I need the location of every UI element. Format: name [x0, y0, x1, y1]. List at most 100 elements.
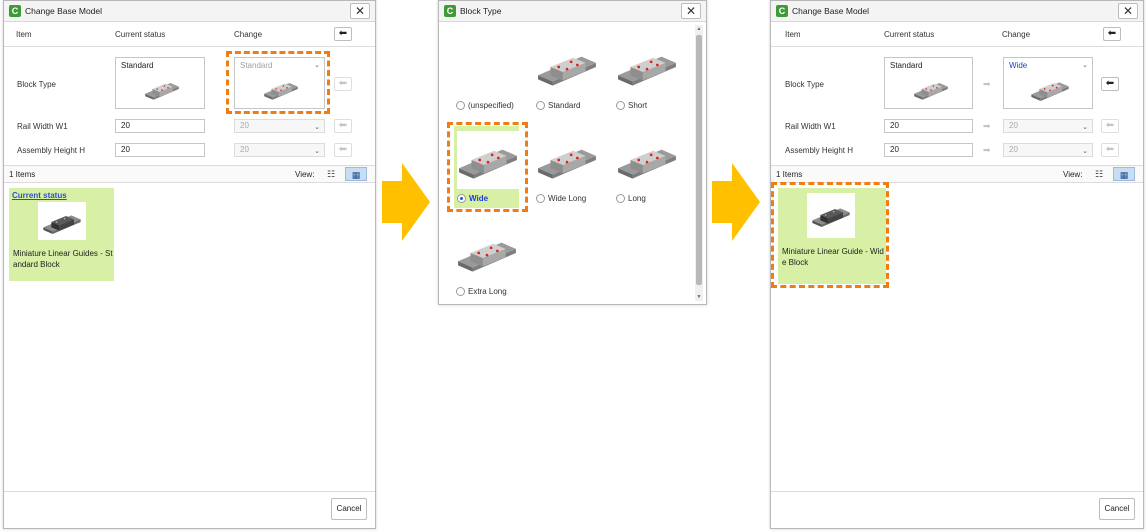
arrow-right-icon: ➡	[983, 79, 991, 89]
block-type-current-value: Standard	[121, 61, 154, 70]
assembly-height-current: 20	[884, 143, 973, 157]
wide-long-block-image	[536, 131, 598, 189]
back-arrow-icon: ⬅	[338, 78, 348, 89]
standard-block-image	[144, 76, 180, 102]
app-icon: C	[444, 5, 456, 17]
title-bar: C Change Base Model ✕	[4, 1, 375, 22]
radio-short[interactable]	[616, 101, 625, 110]
block-type-popup: C Block Type ✕ (unspecified) Standard Sh…	[438, 0, 707, 305]
extra-long-block-image	[456, 224, 518, 282]
chevron-down-icon: ⌄	[1082, 62, 1088, 69]
block-type-revert-button[interactable]: ⬅	[334, 77, 352, 91]
scrollbar[interactable]: ▲ ▼	[695, 25, 703, 301]
close-button[interactable]: ✕	[681, 3, 701, 19]
column-header-row: Item Current status Change ⬅	[4, 22, 375, 47]
list-view-button[interactable]: ☷	[1088, 167, 1110, 181]
assembly-height-change-value: 20	[1009, 145, 1018, 154]
list-view-icon: ☷	[1094, 169, 1104, 179]
radio-long[interactable]	[616, 194, 625, 203]
chevron-down-icon: ⌄	[314, 124, 320, 131]
assembly-height-current: 20	[115, 143, 205, 157]
radio-unspecified[interactable]	[456, 101, 465, 110]
list-view-button[interactable]: ☷	[320, 167, 342, 181]
block-type-change-dropdown[interactable]: Standard ⌄	[234, 57, 325, 109]
grid-view-button[interactable]: ▦	[345, 167, 367, 181]
popup-title: Block Type	[460, 6, 502, 16]
close-icon: ✕	[685, 4, 697, 18]
close-button[interactable]: ✕	[1118, 3, 1138, 19]
flow-arrow-1	[382, 163, 430, 241]
block-type-current-value: Standard	[890, 61, 923, 70]
block-type-revert-button[interactable]: ⬅	[1101, 77, 1119, 91]
back-arrow-icon: ⬅	[1105, 120, 1115, 131]
change-base-model-dialog-after: C Change Base Model ✕ Item Current statu…	[770, 0, 1144, 529]
dialog-title: Change Base Model	[25, 6, 103, 16]
close-button[interactable]: ✕	[350, 3, 370, 19]
title-bar: C Change Base Model ✕	[771, 1, 1143, 22]
radio-wide-long[interactable]	[536, 194, 545, 203]
result-card[interactable]: Miniature Linear Guide - Wid e Block	[778, 188, 886, 284]
items-count: 1 Items	[9, 170, 36, 179]
radio-standard[interactable]	[536, 101, 545, 110]
current-status-link[interactable]: Current status	[12, 191, 67, 200]
scrollbar-thumb[interactable]	[696, 35, 702, 285]
assembly-height-change-dropdown[interactable]: 20 ⌄	[1003, 143, 1093, 157]
radio-extra-long[interactable]	[456, 287, 465, 296]
chevron-down-icon: ⌄	[314, 62, 320, 69]
assembly-height-revert-button[interactable]: ⬅	[334, 143, 352, 157]
header-item: Item	[16, 30, 32, 39]
footer: Cancel	[4, 491, 375, 528]
app-icon: C	[776, 5, 788, 17]
column-header-row: Item Current status Change ⬅	[771, 22, 1143, 47]
radio-wide[interactable]	[457, 194, 466, 203]
standard-block-image	[913, 76, 949, 102]
view-label: View:	[295, 170, 315, 179]
revert-all-button[interactable]: ⬅	[334, 27, 352, 41]
rail-width-revert-button[interactable]: ⬅	[334, 119, 352, 133]
result-card[interactable]: Current status Miniature Linear Guides -…	[9, 188, 114, 281]
long-block-image	[616, 131, 678, 189]
assembly-height-label: Assembly Height H	[17, 146, 86, 155]
result-name-line1: Miniature Linear Guide - Wid	[782, 247, 884, 256]
rail-width-change-dropdown[interactable]: 20 ⌄	[234, 119, 325, 133]
arrow-right-icon: ➡	[983, 121, 991, 131]
back-arrow-icon: ⬅	[1105, 78, 1115, 89]
option-label: Wide	[469, 194, 489, 203]
grid-view-button[interactable]: ▦	[1113, 167, 1135, 181]
list-view-icon: ☷	[326, 169, 336, 179]
arrow-right-icon: ➡	[983, 145, 991, 155]
chevron-down-icon: ⌄	[314, 148, 320, 155]
flow-arrow-2	[712, 163, 760, 241]
rail-width-change-value: 20	[240, 121, 249, 130]
block-type-change-dropdown[interactable]: Wide ⌄	[1003, 57, 1093, 109]
cancel-button[interactable]: Cancel	[331, 498, 367, 520]
option-label: Extra Long	[468, 287, 507, 296]
footer: Cancel	[771, 491, 1143, 528]
option-label: Wide Long	[548, 194, 587, 203]
app-icon: C	[9, 5, 21, 17]
short-block-image	[616, 38, 678, 96]
block-type-label: Block Type	[17, 80, 56, 89]
assembly-height-revert-button[interactable]: ⬅	[1101, 143, 1119, 157]
rail-width-change-dropdown[interactable]: 20 ⌄	[1003, 119, 1093, 133]
standard-block-image	[263, 76, 299, 102]
cancel-button[interactable]: Cancel	[1099, 498, 1135, 520]
scroll-down-icon[interactable]: ▼	[695, 293, 703, 301]
assembly-height-change-dropdown[interactable]: 20 ⌄	[234, 143, 325, 157]
view-bar: 1 Items View: ☷ ▦	[4, 165, 375, 183]
title-bar: C Block Type ✕	[439, 1, 706, 22]
option-label: Short	[628, 101, 648, 110]
result-image	[807, 193, 855, 238]
close-icon: ✕	[1122, 4, 1134, 18]
back-arrow-icon: ⬅	[338, 144, 348, 155]
block-type-current: Standard	[884, 57, 973, 109]
rail-width-revert-button[interactable]: ⬅	[1101, 119, 1119, 133]
back-arrow-icon: ⬅	[338, 120, 348, 131]
scroll-up-icon[interactable]: ▲	[695, 25, 703, 33]
view-bar: 1 Items View: ☷ ▦	[771, 165, 1143, 183]
back-arrow-icon: ⬅	[338, 28, 348, 39]
change-base-model-dialog-before: C Change Base Model ✕ Item Current statu…	[3, 0, 376, 529]
chevron-down-icon: ⌄	[1082, 124, 1088, 131]
revert-all-button[interactable]: ⬅	[1103, 27, 1121, 41]
rail-width-current: 20	[115, 119, 205, 133]
